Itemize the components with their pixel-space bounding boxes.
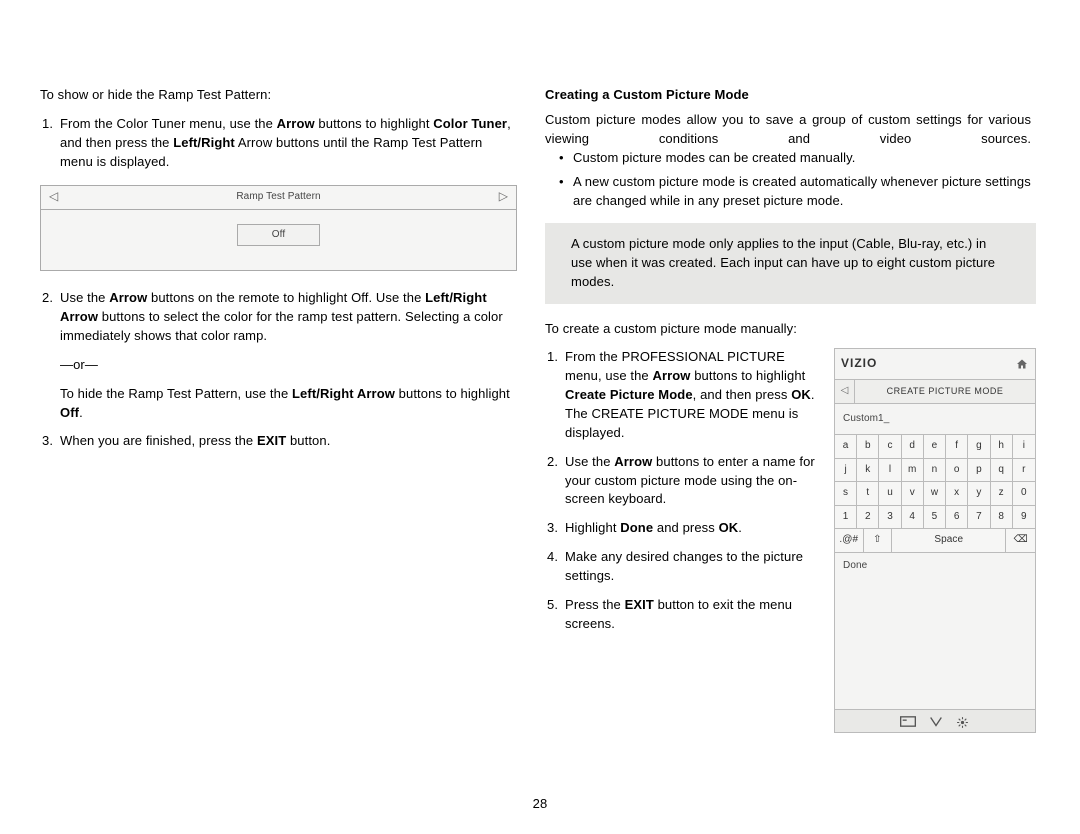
section-intro: Custom picture modes allow you to save a… bbox=[545, 111, 1031, 149]
key-e: e bbox=[924, 435, 946, 459]
key-j: j bbox=[835, 459, 857, 483]
section-heading: Creating a Custom Picture Mode bbox=[545, 86, 1036, 105]
device-nav-bar bbox=[835, 709, 1035, 732]
create-step-2: 2. Use the Arrow buttons to enter a name… bbox=[545, 453, 822, 510]
key-d: d bbox=[902, 435, 924, 459]
ramp-off-button: Off bbox=[237, 224, 320, 247]
v-icon bbox=[928, 716, 942, 728]
key-backspace: ⌫ bbox=[1006, 529, 1035, 552]
key-k: k bbox=[857, 459, 879, 483]
key-z: z bbox=[991, 482, 1013, 506]
ramp-menu-title: Ramp Test Pattern bbox=[236, 191, 320, 202]
device-menu-title: CREATE PICTURE MODE bbox=[855, 380, 1035, 403]
key-c: c bbox=[879, 435, 901, 459]
key-o: o bbox=[946, 459, 968, 483]
key-b: b bbox=[857, 435, 879, 459]
back-arrow-icon: ◁ bbox=[835, 380, 855, 403]
key-y: y bbox=[968, 482, 990, 506]
key-shift: ⇧ bbox=[864, 529, 893, 552]
gear-icon bbox=[956, 716, 970, 728]
key-t: t bbox=[857, 482, 879, 506]
key-i: i bbox=[1013, 435, 1035, 459]
key-q: q bbox=[991, 459, 1013, 483]
key-p: p bbox=[968, 459, 990, 483]
key-g: g bbox=[968, 435, 990, 459]
key-h: h bbox=[991, 435, 1013, 459]
key-w: w bbox=[924, 482, 946, 506]
create-intro: To create a custom picture mode manually… bbox=[545, 320, 1036, 339]
key-9: 9 bbox=[1013, 506, 1035, 530]
mode-name-input: Custom1_ bbox=[835, 404, 1035, 436]
arrow-right-icon: ▷ bbox=[499, 188, 508, 205]
page-number: 28 bbox=[0, 795, 1080, 814]
key-2: 2 bbox=[857, 506, 879, 530]
key-4: 4 bbox=[902, 506, 924, 530]
key-r: r bbox=[1013, 459, 1035, 483]
key-m: m bbox=[902, 459, 924, 483]
create-step-5: 5. Press the EXIT button to exit the men… bbox=[545, 596, 822, 634]
ramp-intro: To show or hide the Ramp Test Pattern: bbox=[40, 86, 517, 105]
cc-icon bbox=[900, 716, 914, 728]
create-picture-mode-menu: VIZIO ◁ CREATE PICTURE MODE Custom1_ abc… bbox=[834, 348, 1036, 733]
create-step-4: 4. Make any desired changes to the pictu… bbox=[545, 548, 822, 586]
key-6: 6 bbox=[946, 506, 968, 530]
note-box: A custom picture mode only applies to th… bbox=[545, 223, 1036, 304]
bullet-manual: Custom picture modes can be created manu… bbox=[545, 149, 1036, 168]
onscreen-keyboard: abcdefghi jklmnopqr stuvwxyz0 123456789 bbox=[835, 435, 1035, 529]
key-8: 8 bbox=[991, 506, 1013, 530]
ramp-step-3: 3. When you are finished, press the EXIT… bbox=[40, 432, 517, 451]
key-7: 7 bbox=[968, 506, 990, 530]
key-3: 3 bbox=[879, 506, 901, 530]
key-v: v bbox=[902, 482, 924, 506]
key-1: 1 bbox=[835, 506, 857, 530]
create-step-1: 1. From the PROFESSIONAL PICTURE menu, u… bbox=[545, 348, 822, 442]
key-s: s bbox=[835, 482, 857, 506]
key-l: l bbox=[879, 459, 901, 483]
bullet-auto: A new custom picture mode is created aut… bbox=[545, 173, 1036, 211]
key-symbols: .@# bbox=[835, 529, 864, 552]
ramp-test-pattern-menu: ◁ Ramp Test Pattern ▷ Off bbox=[40, 185, 517, 271]
key-u: u bbox=[879, 482, 901, 506]
key-x: x bbox=[946, 482, 968, 506]
key-done: Done bbox=[835, 553, 1035, 580]
key-space: Space bbox=[892, 529, 1006, 552]
key-5: 5 bbox=[924, 506, 946, 530]
key-a: a bbox=[835, 435, 857, 459]
create-step-3: 3. Highlight Done and press OK. bbox=[545, 519, 822, 538]
ramp-step-1: 1. From the Color Tuner menu, use the Ar… bbox=[40, 115, 517, 172]
ramp-step-2: 2. Use the Arrow buttons on the remote t… bbox=[40, 289, 517, 422]
arrow-left-icon: ◁ bbox=[49, 188, 58, 205]
vizio-logo: VIZIO bbox=[841, 355, 877, 372]
key-0: 0 bbox=[1013, 482, 1035, 506]
key-n: n bbox=[924, 459, 946, 483]
home-icon bbox=[1015, 358, 1029, 370]
key-f: f bbox=[946, 435, 968, 459]
